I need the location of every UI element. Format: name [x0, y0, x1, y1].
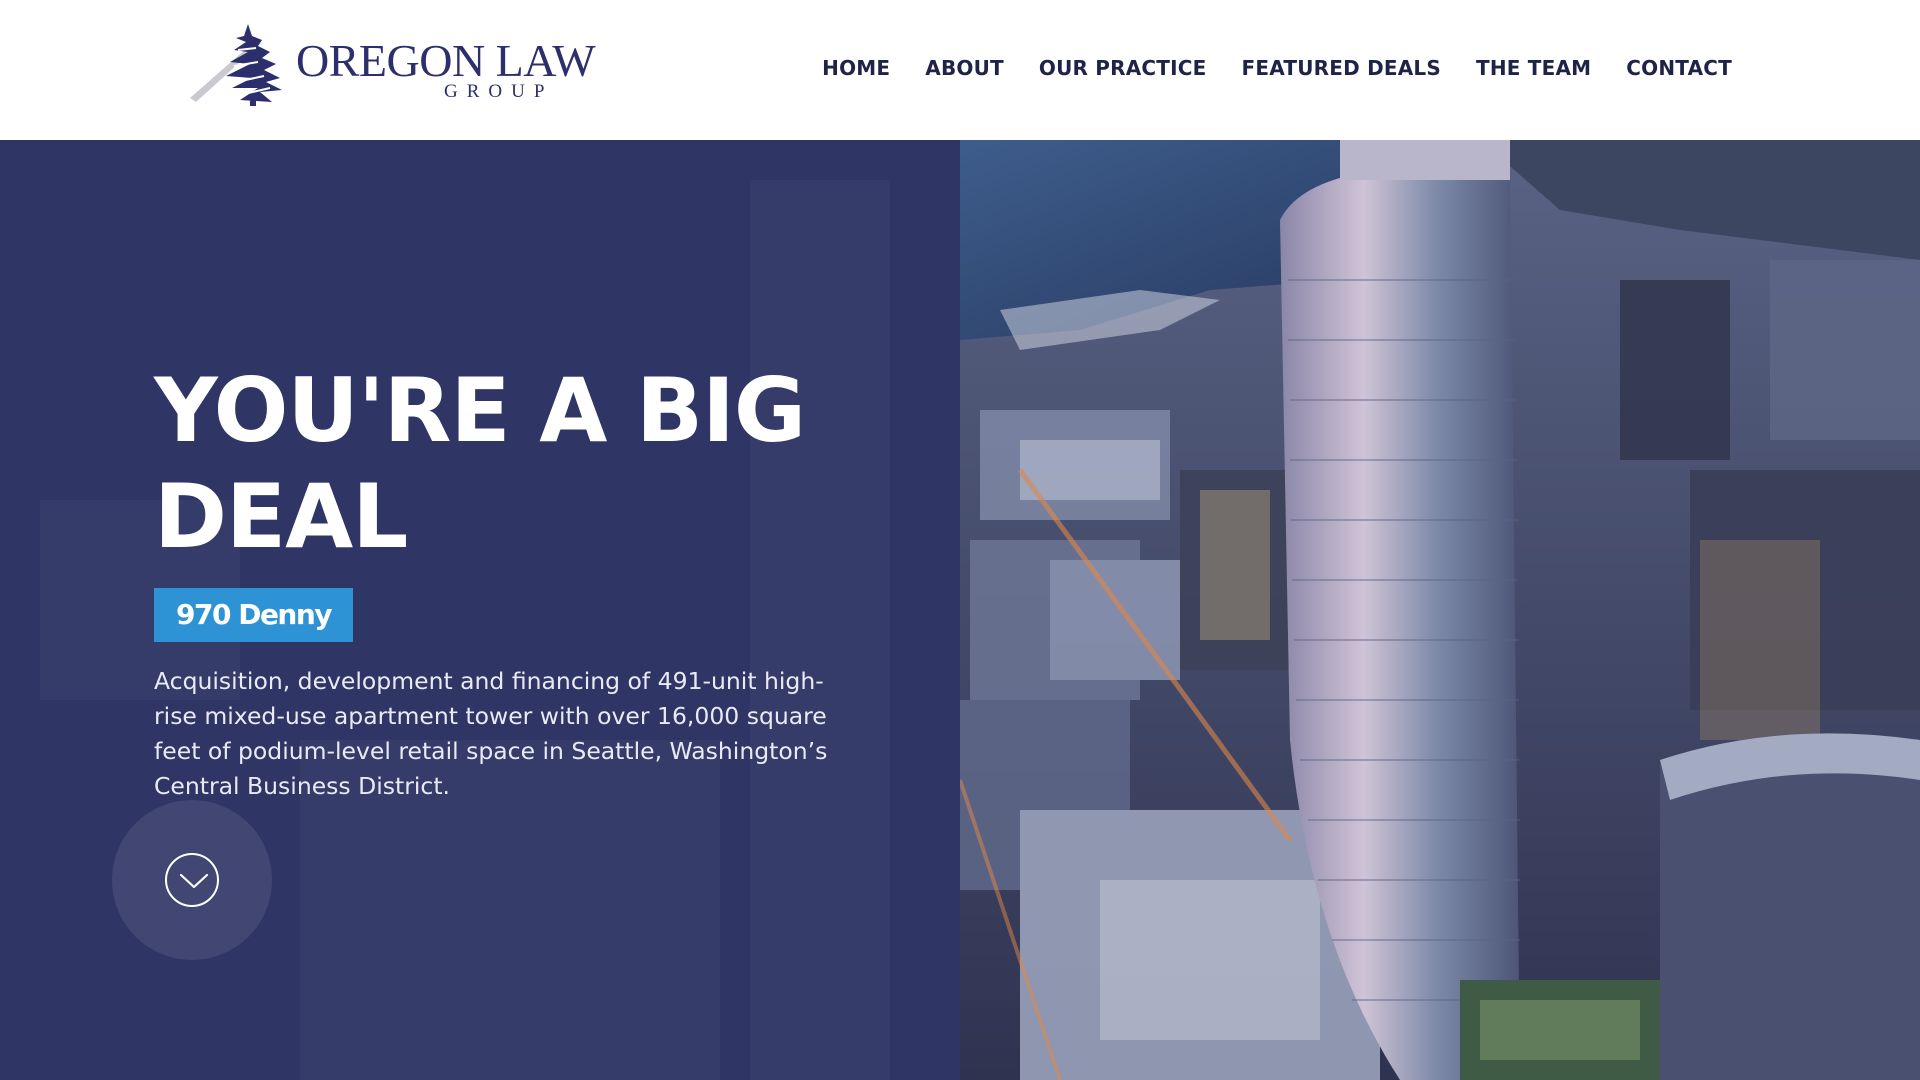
scroll-down-button[interactable]: [112, 800, 272, 960]
tower-rendering-image: [960, 140, 1920, 1080]
main-nav: HOME ABOUT OUR PRACTICE FEATURED DEALS T…: [822, 56, 1732, 80]
nav-contact[interactable]: CONTACT: [1626, 56, 1732, 80]
nav-the-team[interactable]: THE TEAM: [1476, 56, 1591, 80]
brand-name: OREGON LAW: [296, 35, 596, 86]
nav-about[interactable]: ABOUT: [925, 56, 1004, 80]
hero-building-image: [960, 140, 1920, 1080]
site-header: OREGON LAW GROUP HOME ABOUT OUR PRACTICE…: [0, 0, 1920, 140]
hero-section: YOU'RE A BIG DEAL 970 Denny Acquisition,…: [0, 140, 1920, 1080]
brand-logo[interactable]: OREGON LAW GROUP: [186, 20, 596, 110]
hero-headline: YOU'RE A BIG DEAL: [154, 359, 806, 568]
chevron-down-icon: [165, 853, 219, 907]
deal-description: Acquisition, development and financing o…: [154, 667, 828, 800]
nav-featured-deals[interactable]: FEATURED DEALS: [1242, 56, 1441, 80]
background-building-shape: [750, 180, 890, 1080]
nav-home[interactable]: HOME: [822, 56, 890, 80]
deal-name-badge: 970 Denny: [154, 588, 354, 642]
brand-subname: GROUP: [444, 81, 554, 102]
tree-icon: [190, 24, 282, 106]
nav-our-practice[interactable]: OUR PRACTICE: [1039, 56, 1207, 80]
hero-text-panel: YOU'RE A BIG DEAL 970 Denny Acquisition,…: [0, 140, 960, 1080]
